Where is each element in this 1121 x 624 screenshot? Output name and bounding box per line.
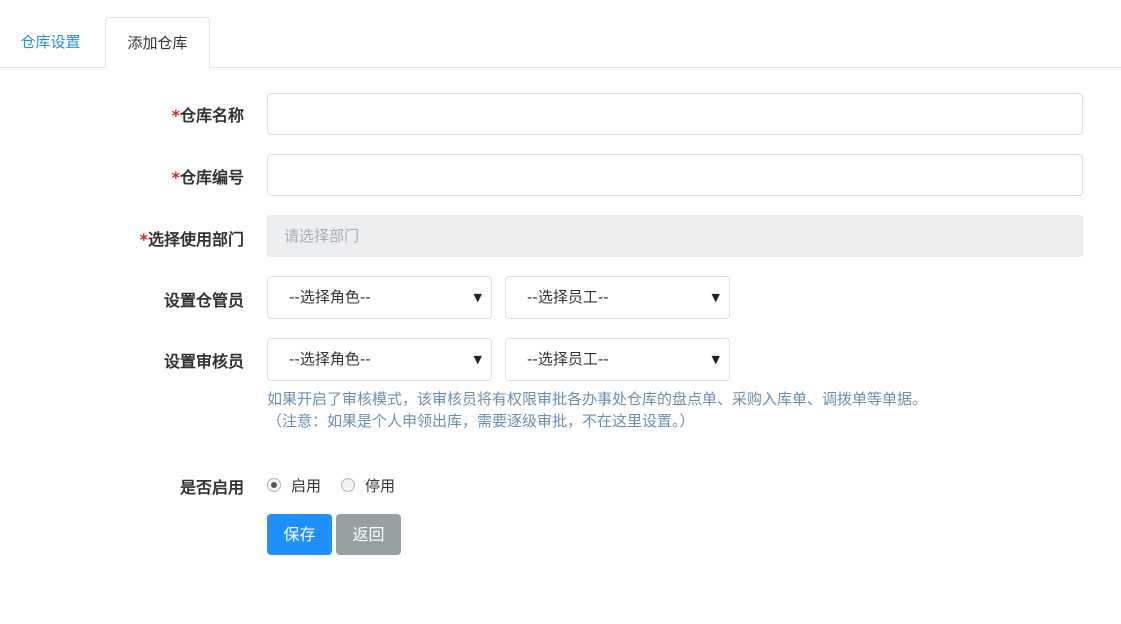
chevron-down-icon: ▼ xyxy=(473,353,482,366)
warehouse-name-input[interactable] xyxy=(267,93,1083,135)
required-mark: * xyxy=(171,168,180,187)
radio-enable-label: 启用 xyxy=(291,476,322,495)
department-label: *选择使用部门 xyxy=(140,226,244,250)
radio-disable[interactable]: 停用 xyxy=(341,474,395,496)
chevron-down-icon: ▼ xyxy=(473,291,482,304)
auditor-staff-value: --选择员工-- xyxy=(527,350,609,368)
warehouse-code-label-text: 仓库编号 xyxy=(179,168,244,187)
keeper-role-value: --选择角色-- xyxy=(289,288,371,306)
tab-bar: 仓库设置 添加仓库 xyxy=(0,0,1121,69)
auditor-hint-line1: 如果开启了审核模式，该审核员将有权限审批各办事处仓库的盘点单、采购入库单、调拨单… xyxy=(267,390,928,408)
keeper-staff-value: --选择员工-- xyxy=(527,288,609,306)
tab-warehouse-settings[interactable]: 仓库设置 xyxy=(0,17,101,68)
tab-add-warehouse[interactable]: 添加仓库 xyxy=(105,17,210,69)
auditor-staff-select[interactable]: --选择员工-- ▼ xyxy=(505,338,730,381)
warehouse-code-label: *仓库编号 xyxy=(172,164,244,188)
department-picker[interactable]: 请选择部门 xyxy=(267,215,1083,257)
warehouse-name-label-text: 仓库名称 xyxy=(179,106,244,125)
required-mark: * xyxy=(171,106,180,125)
radio-disable-label: 停用 xyxy=(365,476,396,495)
radio-enable[interactable]: 启用 xyxy=(267,474,321,496)
radio-unchecked-icon xyxy=(341,478,355,492)
warehouse-code-input[interactable] xyxy=(267,154,1083,196)
auditor-role-value: --选择角色-- xyxy=(289,350,371,368)
warehouse-name-label: *仓库名称 xyxy=(172,102,244,126)
radio-checked-icon xyxy=(267,478,281,492)
enabled-label: 是否启用 xyxy=(179,478,244,497)
keeper-staff-select[interactable]: --选择员工-- ▼ xyxy=(505,276,730,319)
chevron-down-icon: ▼ xyxy=(711,353,720,366)
back-button[interactable]: 返回 xyxy=(336,514,401,555)
auditor-label: 设置审核员 xyxy=(163,352,244,371)
auditor-hint: 如果开启了审核模式，该审核员将有权限审批各办事处仓库的盘点单、采购入库单、调拨单… xyxy=(267,388,927,432)
required-mark: * xyxy=(139,230,148,249)
department-label-text: 选择使用部门 xyxy=(147,230,244,249)
auditor-hint-line2: （注意：如果是个人申领出库，需要逐级审批，不在这里设置。） xyxy=(267,412,695,430)
auditor-role-select[interactable]: --选择角色-- ▼ xyxy=(267,338,492,381)
keeper-label: 设置仓管员 xyxy=(163,291,244,310)
save-button[interactable]: 保存 xyxy=(267,514,332,555)
keeper-role-select[interactable]: --选择角色-- ▼ xyxy=(267,276,492,319)
chevron-down-icon: ▼ xyxy=(711,291,720,304)
